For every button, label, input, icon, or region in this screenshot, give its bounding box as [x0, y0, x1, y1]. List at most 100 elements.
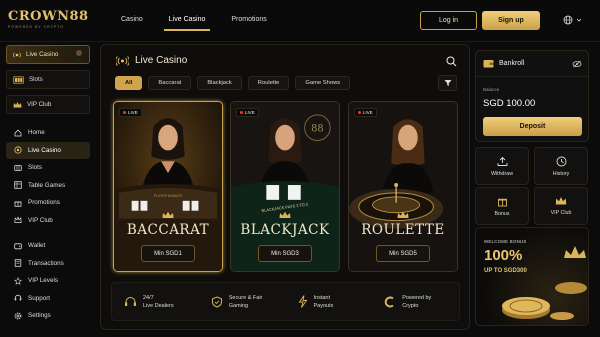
min-bet-button[interactable]: Min SGD1 — [141, 245, 195, 262]
sidebar-item-label: Support — [28, 294, 51, 302]
baccarat-table-text: PLAYER BANKER — [154, 194, 183, 198]
feature-line2: Live Dealers — [143, 302, 174, 309]
topnav-casino[interactable]: Casino — [108, 10, 156, 29]
min-bet-button[interactable]: Min SGD5 — [376, 245, 430, 262]
history-button[interactable]: History — [534, 147, 588, 185]
brand-logo[interactable]: CROWN88 POWERED BY CRYPTO — [8, 10, 89, 29]
crypto-icon — [384, 296, 394, 307]
min-bet-button[interactable]: Min SGD3 — [258, 245, 312, 262]
feature-line1: Powered by — [402, 294, 432, 301]
game-card-roulette[interactable]: LIVE ROULETTE Min SGD5 — [348, 101, 458, 272]
support-icon — [14, 295, 22, 301]
game-title: ROULETTE — [361, 222, 445, 238]
search-button[interactable] — [446, 56, 457, 69]
sidebar-card-vip[interactable]: VIP Club — [6, 95, 90, 114]
brand-name: CROWN88 — [8, 9, 89, 24]
gift-icon — [14, 201, 22, 207]
sidebar-item-transactions[interactable]: Transactions — [6, 255, 90, 273]
home-icon — [14, 129, 22, 137]
table-icon — [14, 181, 22, 189]
filter-roulette[interactable]: Roulette — [247, 76, 290, 90]
sidebar-item-vip-levels[interactable]: VIP Levels — [6, 272, 90, 290]
topnav-live-casino[interactable]: Live Casino — [156, 10, 219, 31]
live-badge: LIVE — [236, 108, 259, 117]
tile-label: VIP Club — [550, 210, 572, 216]
sidebar-item-label: Live Casino — [28, 146, 61, 154]
language-selector[interactable] — [563, 15, 582, 25]
page-title-text: Live Casino — [135, 55, 188, 66]
live-casino-panel: Live Casino All Baccarat Blackjack Roule… — [100, 44, 470, 330]
tile-label: History — [552, 170, 570, 177]
search-icon — [446, 56, 457, 67]
sidebar-card-live-casino[interactable]: Live Casino — [6, 45, 90, 64]
sidebar-item-label: Slots — [28, 164, 42, 172]
eye-off-icon[interactable] — [572, 60, 582, 68]
sign-88: 88 — [311, 124, 323, 135]
game-card-blackjack[interactable]: 88 BLACKJACK PAYS 3 TO 2 LIVE BLACKJACK … — [230, 101, 340, 272]
deposit-button[interactable]: Deposit — [483, 117, 582, 136]
sidebar-item-label: Settings — [28, 312, 51, 320]
filter-blackjack[interactable]: Blackjack — [197, 76, 242, 90]
crown-icon — [14, 216, 22, 224]
sidebar-item-home[interactable]: Home — [6, 124, 90, 142]
balance-value: SGD 100.00 — [483, 98, 536, 109]
bonus-button[interactable]: Bonus — [475, 187, 529, 225]
sidebar-item-label: Table Games — [28, 181, 66, 189]
clock-icon — [556, 156, 566, 166]
sidebar-item-table-games[interactable]: Table Games — [6, 177, 90, 195]
live-label: LIVE — [363, 110, 373, 115]
feature-strip: 24/7 Live Dealers Secure & Fair Gaming Ins… — [111, 282, 460, 321]
filter-all[interactable]: All — [115, 76, 143, 90]
filter-game-shows[interactable]: Game Shows — [295, 76, 351, 90]
sidebar-item-support[interactable]: Support — [6, 290, 90, 308]
sidebar-item-wallet[interactable]: Wallet — [6, 237, 90, 255]
sidebar-item-slots[interactable]: Slots — [6, 159, 90, 177]
withdraw-icon — [497, 156, 507, 166]
sidebar-card-label: VIP Club — [27, 101, 52, 108]
signup-button[interactable]: Sign up — [482, 11, 540, 30]
live-badge: LIVE — [119, 108, 142, 117]
sidebar-divider — [6, 229, 90, 237]
feature-line1: 24/7 — [143, 294, 154, 301]
welcome-bonus-banner[interactable]: WELCOME BONUS 100% UP TO SGD300 — [475, 227, 589, 326]
live-label: LIVE — [245, 110, 255, 115]
wallet-icon — [483, 60, 494, 68]
live-label: LIVE — [128, 110, 138, 115]
funnel-icon — [444, 80, 451, 86]
wallet-icon — [14, 243, 22, 249]
feature-secure: Secure & Fair Gaming — [199, 283, 286, 320]
sidebar-item-vip-club[interactable]: VIP Club — [6, 212, 90, 230]
game-title: BLACKJACK — [240, 222, 330, 238]
sidebar-item-label: Transactions — [28, 259, 64, 267]
filter-baccarat[interactable]: Baccarat — [148, 76, 192, 90]
crown-icon — [555, 197, 567, 205]
lightning-icon — [298, 295, 307, 308]
sidebar-card-slots[interactable]: Slots — [6, 70, 90, 89]
game-card-baccarat[interactable]: PLAYER BANKER LIVE BACCARAT Min SGD1 — [113, 101, 223, 272]
withdraw-button[interactable]: Withdraw — [475, 147, 529, 185]
filter-button[interactable] — [438, 75, 457, 91]
live-icon — [13, 52, 21, 57]
sidebar-item-live-casino[interactable]: Live Casino — [6, 141, 90, 159]
filter-chips: All Baccarat Blackjack Roulette Game Sho… — [115, 76, 351, 90]
bankroll-title-text: Bankroll — [499, 60, 525, 67]
topnav-promotions[interactable]: Promotions — [218, 10, 279, 29]
sidebar-item-label: Promotions — [28, 199, 60, 207]
live-icon — [14, 146, 22, 154]
vip-club-button[interactable]: VIP Club — [534, 187, 588, 225]
crown-icon — [397, 211, 409, 218]
live-badge: LIVE — [354, 108, 377, 117]
chevron-down-icon — [576, 18, 582, 22]
transactions-icon — [14, 259, 22, 267]
sidebar-item-label: VIP Club — [28, 216, 53, 224]
sidebar-item-settings[interactable]: Settings — [6, 307, 90, 325]
gift-icon — [497, 198, 507, 206]
slots-icon — [14, 164, 22, 171]
slots-icon — [13, 75, 24, 84]
brand-tagline: POWERED BY CRYPTO — [8, 25, 65, 29]
sidebar-item-label: Home — [28, 129, 45, 137]
feature-line2: Crypto — [402, 302, 419, 309]
sidebar-menu: Home Live Casino Slots Table Games Promo… — [6, 124, 90, 325]
sidebar-item-promotions[interactable]: Promotions — [6, 194, 90, 212]
login-button[interactable]: Log in — [420, 11, 477, 30]
